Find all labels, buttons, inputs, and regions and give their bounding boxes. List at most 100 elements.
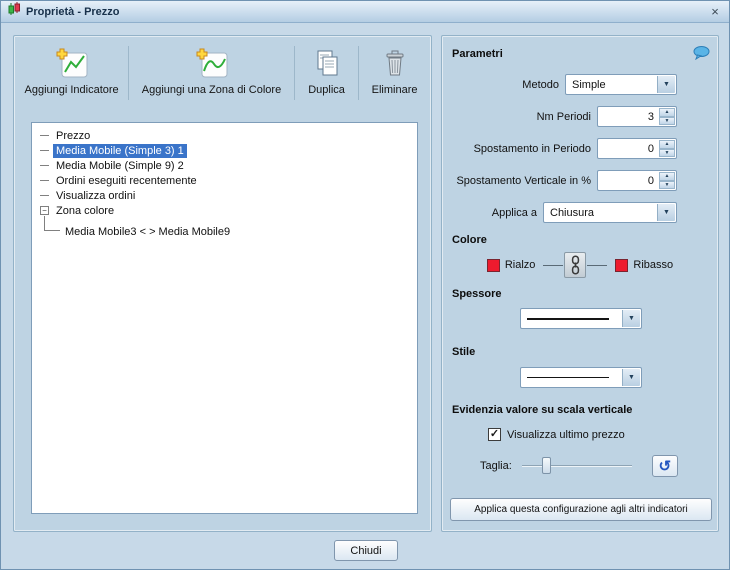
close-icon[interactable]: × <box>707 4 723 19</box>
stile-select[interactable]: ▼ <box>520 367 642 388</box>
applica-a-select[interactable]: Chiusura ▼ <box>543 202 677 223</box>
add-indicator-icon <box>55 46 89 82</box>
add-indicator-button[interactable]: Aggiungi Indicatore <box>20 44 123 108</box>
tree-item-prezzo[interactable]: Prezzo <box>32 128 417 143</box>
toolbar-separator <box>358 46 360 100</box>
tree-branch-line <box>44 216 60 231</box>
link-line <box>543 264 564 266</box>
app-icon <box>7 2 21 21</box>
applica-a-value: Chiusura <box>550 206 595 219</box>
evidenzia-section-title: Evidenzia valore su scala verticale <box>452 404 633 416</box>
collapse-icon[interactable]: − <box>40 206 49 215</box>
tree-item-visualizza-ordini[interactable]: Visualizza ordini <box>32 188 417 203</box>
duplicate-label: Duplica <box>308 84 345 96</box>
spostamento-verticale-row: Spostamento Verticale in % 0 ▲ ▼ <box>456 170 677 191</box>
duplicate-button[interactable]: Duplica <box>300 44 353 108</box>
tree-item-label: Media Mobile (Simple 3) 1 <box>53 143 187 158</box>
tree-item-ordini-eseguiti[interactable]: Ordini eseguiti recentemente <box>32 173 417 188</box>
taglia-slider[interactable] <box>521 456 632 476</box>
close-dialog-button[interactable]: Chiudi <box>334 540 398 561</box>
spin-up-icon[interactable]: ▲ <box>659 140 675 149</box>
check-icon: ✓ <box>489 428 500 440</box>
link-line <box>587 264 608 266</box>
colore-section-title: Colore <box>452 234 487 246</box>
trash-icon <box>379 46 411 82</box>
indicator-tree: Prezzo Media Mobile (Simple 3) 1 Media M… <box>31 122 418 514</box>
nm-periodi-row: Nm Periodi 3 ▲ ▼ <box>537 106 677 127</box>
ribasso-label: Ribasso <box>633 259 674 271</box>
tree-item-zona-colore-child[interactable]: Media Mobile3 < > Media Mobile9 <box>32 224 417 239</box>
delete-label: Eliminare <box>371 84 418 96</box>
window-title: Proprietà - Prezzo <box>26 5 120 18</box>
spin-down-icon[interactable]: ▼ <box>659 148 675 157</box>
tree-item-label: Visualizza ordini <box>56 189 136 202</box>
spostamento-verticale-stepper[interactable]: 0 ▲ ▼ <box>597 170 677 191</box>
metodo-label: Metodo <box>522 78 559 91</box>
stile-section-title: Stile <box>452 346 476 358</box>
visualizza-ultimo-prezzo-label: Visualizza ultimo prezzo <box>507 428 625 441</box>
spin-down-icon[interactable]: ▼ <box>659 116 675 125</box>
tree-item-label: Prezzo <box>56 129 91 142</box>
spostamento-verticale-label: Spostamento Verticale in % <box>456 174 591 187</box>
nm-periodi-value: 3 <box>647 110 654 123</box>
chevron-down-icon[interactable]: ▼ <box>657 76 675 93</box>
toolbar-separator <box>293 46 295 100</box>
ribasso-color-swatch[interactable] <box>615 258 629 272</box>
tree-item-label: Zona colore <box>56 204 115 217</box>
spessore-select[interactable]: ▼ <box>520 308 642 329</box>
apply-to-all-button[interactable]: Applica questa configurazione agli altri… <box>450 498 712 521</box>
applica-a-label: Applica a <box>491 206 537 219</box>
add-color-zone-label: Aggiungi una Zona di Colore <box>141 84 282 96</box>
color-link-row: Rialzo Ribasso <box>442 252 718 278</box>
metodo-row: Metodo Simple ▼ <box>522 74 677 95</box>
taglia-slider-thumb[interactable] <box>541 457 551 474</box>
properties-dialog: Proprietà - Prezzo × Aggiungi Indicatore <box>0 0 730 570</box>
spin-down-icon[interactable]: ▼ <box>659 180 675 189</box>
taglia-label: Taglia: <box>480 460 512 472</box>
applica-a-row: Applica a Chiusura ▼ <box>492 202 677 223</box>
titlebar[interactable]: Proprietà - Prezzo × <box>1 1 729 23</box>
delete-button[interactable]: Eliminare <box>364 44 425 108</box>
tree-item-media-mobile-9[interactable]: Media Mobile (Simple 9) 2 <box>32 158 417 173</box>
metodo-select[interactable]: Simple ▼ <box>565 74 677 95</box>
chain-icon <box>571 255 580 275</box>
metodo-value: Simple <box>572 78 606 91</box>
spessore-section-title: Spessore <box>452 288 502 300</box>
visualizza-ultimo-prezzo-row: ✓ Visualizza ultimo prezzo <box>488 428 625 441</box>
chevron-down-icon[interactable]: ▼ <box>657 204 675 221</box>
link-colors-button[interactable] <box>564 252 587 278</box>
nm-periodi-label: Nm Periodi <box>536 110 591 123</box>
spostamento-periodo-stepper[interactable]: 0 ▲ ▼ <box>597 138 677 159</box>
reset-button[interactable]: ↺ <box>651 455 678 477</box>
tree-item-label: Media Mobile (Simple 9) 2 <box>56 159 184 172</box>
chevron-down-icon[interactable]: ▼ <box>622 310 640 327</box>
indicators-panel: Aggiungi Indicatore Aggiungi una Zona di… <box>13 35 432 532</box>
tree-item-media-mobile-3[interactable]: Media Mobile (Simple 3) 1 <box>32 143 417 158</box>
rialzo-label: Rialzo <box>504 259 536 271</box>
spin-up-icon[interactable]: ▲ <box>659 172 675 181</box>
duplicate-icon <box>311 46 343 82</box>
help-bubble-icon[interactable] <box>693 46 710 65</box>
chevron-down-icon[interactable]: ▼ <box>622 369 640 386</box>
spostamento-periodo-value: 0 <box>647 142 654 155</box>
add-color-zone-icon <box>195 46 229 82</box>
tree-item-label: Media Mobile3 < > Media Mobile9 <box>65 225 231 238</box>
toolbar-separator <box>128 46 130 100</box>
tree-item-label: Ordini eseguiti recentemente <box>56 174 197 187</box>
visualizza-ultimo-prezzo-checkbox[interactable]: ✓ <box>488 428 501 441</box>
reset-icon: ↺ <box>658 457 672 475</box>
nm-periodi-stepper[interactable]: 3 ▲ ▼ <box>597 106 677 127</box>
thickness-sample <box>527 317 609 320</box>
parametri-section-title: Parametri <box>452 48 503 60</box>
spostamento-periodo-row: Spostamento in Periodo 0 ▲ ▼ <box>474 138 677 159</box>
style-sample <box>527 377 609 378</box>
spostamento-periodo-label: Spostamento in Periodo <box>473 142 591 155</box>
indicators-toolbar: Aggiungi Indicatore Aggiungi una Zona di… <box>20 44 425 108</box>
add-color-zone-button[interactable]: Aggiungi una Zona di Colore <box>134 44 289 108</box>
spin-up-icon[interactable]: ▲ <box>659 108 675 117</box>
tree-item-zona-colore[interactable]: − Zona colore <box>32 203 417 218</box>
rialzo-color-swatch[interactable] <box>486 258 500 272</box>
parameters-panel: Parametri Metodo Simple ▼ Nm Periodi 3 ▲… <box>441 35 719 532</box>
add-indicator-label: Aggiungi Indicatore <box>24 84 119 96</box>
taglia-slider-track[interactable] <box>521 465 632 467</box>
